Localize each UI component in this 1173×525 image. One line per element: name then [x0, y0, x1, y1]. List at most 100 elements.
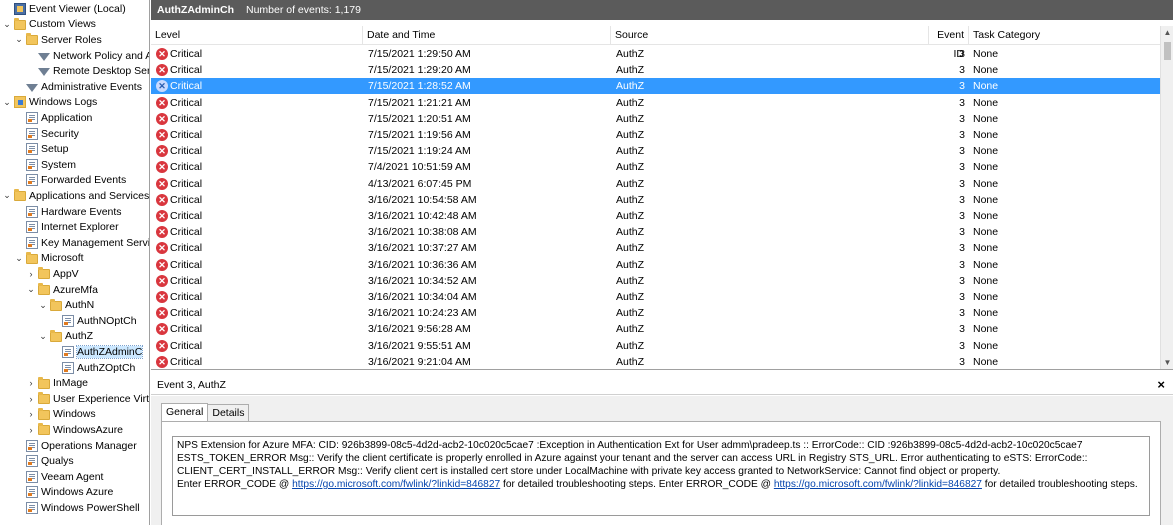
tree-item[interactable]: ⌄ AzureMfa — [0, 282, 98, 298]
tree-item-label: System — [41, 158, 77, 171]
table-row[interactable]: ✕ Critical 3/16/2021 9:56:28 AM AuthZ 3 None — [151, 321, 1160, 337]
event-id-cell: 3 — [959, 193, 965, 206]
tree-item[interactable]: Key Management Service — [0, 235, 149, 251]
table-row[interactable]: ✕ Critical 7/4/2021 10:51:59 AM AuthZ 3 None — [151, 159, 1160, 175]
chevron-down-icon[interactable]: ⌄ — [2, 19, 12, 30]
tree-item-label: Setup — [41, 143, 69, 156]
table-row[interactable]: ✕ Critical 7/15/2021 1:29:20 AM AuthZ 3 None — [151, 62, 1160, 78]
level-text: Critical — [170, 145, 203, 158]
column-header-task-category[interactable]: Task Category — [969, 26, 1160, 45]
column-header-event-id[interactable]: Event ID — [929, 26, 969, 60]
chevron-down-icon[interactable]: ⌄ — [14, 34, 24, 45]
tree-item[interactable]: Hardware Events — [0, 204, 122, 220]
chevron-down-icon[interactable]: ⌄ — [2, 97, 12, 108]
table-row[interactable]: ✕ Critical 7/15/2021 1:21:21 AM AuthZ 3 None — [151, 95, 1160, 111]
tree-item[interactable]: Windows PowerShell — [0, 500, 140, 516]
table-row[interactable]: ✕ Critical 3/16/2021 10:36:36 AM AuthZ 3 None — [151, 257, 1160, 273]
level-text: Critical — [170, 64, 203, 77]
troubleshooting-link-1[interactable]: https://go.microsoft.com/fwlink/?linkid=… — [292, 479, 500, 490]
table-row[interactable]: ✕ Critical 7/15/2021 1:29:50 AM AuthZ 3 None — [151, 46, 1160, 62]
tree-item[interactable]: Setup — [0, 141, 68, 157]
chevron-down-icon[interactable]: ⌄ — [26, 284, 36, 295]
tree-item[interactable]: ⌄ AuthZ — [0, 329, 93, 345]
level-cell: ✕ Critical — [156, 321, 361, 337]
tree-item[interactable]: Windows Azure — [0, 485, 113, 501]
chevron-down-icon[interactable]: ⌄ — [38, 300, 48, 311]
tree-item[interactable]: ⌄ Server Roles — [0, 32, 102, 48]
chevron-right-icon[interactable]: › — [26, 409, 36, 419]
event-log-icon — [26, 174, 38, 187]
tree-item[interactable]: ⌄ Windows Logs — [0, 95, 97, 111]
tree-item[interactable]: Administrative Events — [0, 79, 142, 95]
scroll-down-icon[interactable]: ▼ — [1161, 356, 1173, 369]
tree-item[interactable]: ⌄ Microsoft — [0, 251, 84, 267]
table-row[interactable]: ✕ Critical 7/15/2021 1:19:24 AM AuthZ 3 None — [151, 143, 1160, 159]
table-row[interactable]: ✕ Critical 3/16/2021 10:42:48 AM AuthZ 3 None — [151, 208, 1160, 224]
source-cell: AuthZ — [616, 48, 645, 60]
table-row[interactable]: ✕ Critical 3/16/2021 10:24:23 AM AuthZ 3 None — [151, 305, 1160, 321]
chevron-right-icon[interactable]: › — [26, 394, 36, 404]
tree-item[interactable]: › User Experience Virtu — [0, 391, 149, 407]
chevron-down-icon[interactable]: ⌄ — [2, 190, 12, 201]
tree-item[interactable]: Forwarded Events — [0, 173, 126, 189]
table-row[interactable]: ✕ Critical 4/13/2021 6:07:45 PM AuthZ 3 None — [151, 176, 1160, 192]
folder-icon — [50, 298, 62, 311]
tree-item[interactable]: Remote Desktop Serv — [0, 63, 149, 79]
tree-item[interactable]: Internet Explorer — [0, 219, 119, 235]
table-row[interactable]: ✕ Critical 3/16/2021 9:21:04 AM AuthZ 3 None — [151, 354, 1160, 369]
table-row[interactable]: ✕ Critical 3/16/2021 10:54:58 AM AuthZ 3 None — [151, 192, 1160, 208]
tree-item[interactable]: Qualys — [0, 453, 74, 469]
chevron-down-icon[interactable]: ⌄ — [14, 253, 24, 264]
table-row[interactable]: ✕ Critical 3/16/2021 10:34:52 AM AuthZ 3 None — [151, 273, 1160, 289]
tree-item[interactable]: › AppV — [0, 266, 79, 282]
tree-item[interactable]: AuthZOptCh — [0, 360, 135, 376]
event-log-icon — [26, 486, 38, 499]
table-row[interactable]: ✕ Critical 3/16/2021 10:37:27 AM AuthZ 3 None — [151, 240, 1160, 256]
tree-item[interactable]: › WindowsAzure — [0, 422, 123, 438]
table-row[interactable]: ✕ Critical 3/16/2021 9:55:51 AM AuthZ 3 None — [151, 338, 1160, 354]
level-text: Critical — [170, 96, 203, 109]
tree-item[interactable]: Event Viewer (Local) — [0, 1, 126, 17]
table-row[interactable]: ✕ Critical 7/15/2021 1:19:56 AM AuthZ 3 None — [151, 127, 1160, 143]
tree-item[interactable]: Security — [0, 126, 79, 142]
tab-general[interactable]: General — [161, 403, 209, 423]
scrollbar-thumb[interactable] — [1164, 42, 1171, 60]
tree-item[interactable]: › Windows — [0, 407, 96, 423]
tree-item[interactable]: AuthZAdminC — [0, 344, 144, 360]
column-header-date[interactable]: Date and Time — [363, 26, 611, 45]
column-header-level[interactable]: Level — [151, 26, 363, 45]
level-text: Critical — [170, 210, 203, 222]
event-description[interactable]: NPS Extension for Azure MFA: CID: 926b38… — [172, 436, 1150, 516]
close-icon[interactable]: × — [1157, 377, 1165, 392]
vertical-scrollbar[interactable]: ▲ ▼ — [1160, 26, 1173, 369]
tree-item[interactable]: Veeam Agent — [0, 469, 103, 485]
tab-details[interactable]: Details — [207, 404, 250, 422]
chevron-down-icon[interactable]: ⌄ — [38, 331, 48, 342]
tree-item-label: AuthNOptCh — [77, 314, 137, 327]
table-row[interactable]: ✕ Critical 3/16/2021 10:38:08 AM AuthZ 3 None — [151, 224, 1160, 240]
table-row[interactable]: ✕ Critical 7/15/2021 1:20:51 AM AuthZ 3 None — [151, 111, 1160, 127]
tree-item-label: AuthZOptCh — [77, 361, 136, 374]
tree-item-label: Security — [41, 127, 79, 140]
table-row[interactable]: ✕ Critical 3/16/2021 10:34:04 AM AuthZ 3 None — [151, 289, 1160, 305]
troubleshooting-link-2[interactable]: https://go.microsoft.com/fwlink/?linkid=… — [774, 479, 982, 490]
column-header-source[interactable]: Source — [611, 26, 929, 45]
tree-item[interactable]: AuthNOptCh — [0, 313, 137, 329]
tree-item[interactable]: ⌄ AuthN — [0, 297, 94, 313]
tree-item[interactable]: System — [0, 157, 76, 173]
chevron-right-icon[interactable]: › — [26, 378, 36, 388]
task-category-cell: None — [973, 274, 999, 287]
tree-item[interactable]: Network Policy and A — [0, 48, 149, 64]
tree-item[interactable]: ⌄ Applications and Services Lo — [0, 188, 149, 204]
date-cell: 7/15/2021 1:19:56 AM — [368, 129, 471, 141]
tree-item[interactable]: Operations Manager — [0, 438, 137, 454]
tree-item[interactable]: ⌄ Custom Views — [0, 17, 96, 33]
chevron-right-icon[interactable]: › — [26, 269, 36, 279]
chevron-right-icon[interactable]: › — [26, 425, 36, 435]
event-id-cell: 3 — [959, 112, 965, 125]
tree-item[interactable]: › InMage — [0, 375, 88, 391]
task-category-cell: None — [973, 210, 999, 222]
tree-item[interactable]: Application — [0, 110, 92, 126]
table-row[interactable]: ✕ Critical 7/15/2021 1:28:52 AM AuthZ 3 None — [151, 78, 1160, 95]
scroll-up-icon[interactable]: ▲ — [1161, 26, 1173, 40]
